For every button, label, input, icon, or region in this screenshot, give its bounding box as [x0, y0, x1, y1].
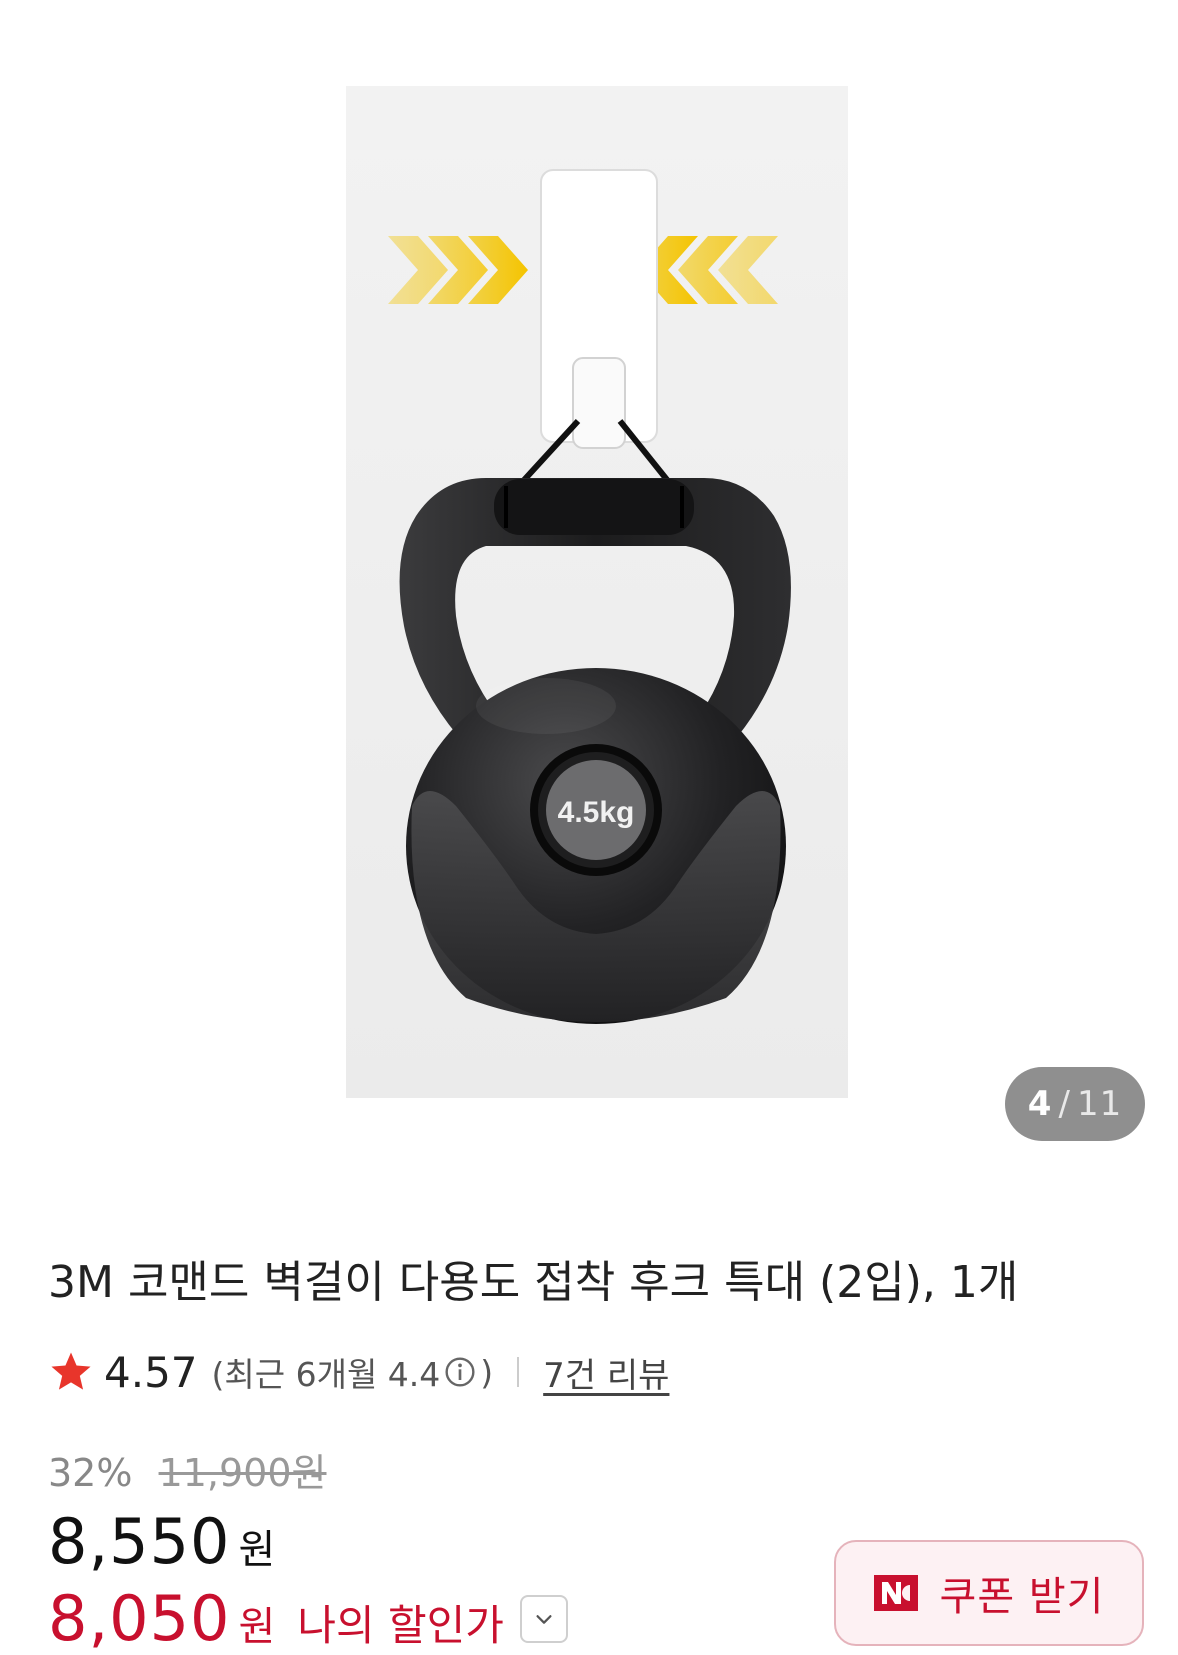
naver-n-coupon-icon — [873, 1575, 918, 1611]
coupon-download-button[interactable]: 쿠폰 받기 — [834, 1540, 1144, 1646]
product-image[interactable]: 4.5kg — [346, 86, 848, 1098]
recent-rating-text: (최근 6개월 4.4 — [211, 1355, 441, 1394]
current-page-number: 4 — [1027, 1084, 1053, 1124]
page-separator: / — [1058, 1084, 1071, 1124]
star-icon — [51, 1352, 91, 1390]
product-image-gallery[interactable]: 4.5kg 4 / 11 — [0, 0, 1178, 1141]
sale-price-unit: 원 — [238, 1527, 276, 1573]
total-page-number: 11 — [1076, 1084, 1123, 1124]
rating-row: 4.57 (최근 6개월 4.4 ) 7건 리뷰 — [48, 1345, 669, 1399]
info-icon[interactable] — [444, 1356, 476, 1388]
image-page-indicator: 4 / 11 — [1005, 1067, 1145, 1141]
rating-divider — [517, 1357, 520, 1387]
rating-value: 4.57 — [104, 1347, 198, 1397]
recent-rating-close: ) — [480, 1352, 494, 1392]
recent-rating: (최근 6개월 4.4 ) — [212, 1348, 494, 1396]
discount-row: 32% 11,900원 — [48, 1442, 327, 1497]
my-discount-label: 나의 할인가 — [297, 1601, 504, 1650]
my-discount-price-row: 8,050 원 나의 할인가 — [48, 1582, 568, 1655]
sale-price: 8,550 — [48, 1505, 231, 1578]
sale-price-row: 8,550 원 — [48, 1505, 275, 1578]
review-count-link[interactable]: 7건 리뷰 — [543, 1348, 669, 1397]
discount-details-toggle[interactable] — [519, 1594, 568, 1643]
product-title: 3M 코맨드 벽걸이 다용도 접착 후크 특대 (2입), 1개 — [48, 1257, 1019, 1308]
weight-label: 4.5kg — [558, 796, 635, 829]
coupon-button-label: 쿠폰 받기 — [939, 1574, 1105, 1620]
my-discount-price: 8,050 — [48, 1582, 231, 1655]
my-discount-price-unit: 원 — [238, 1604, 276, 1650]
discount-rate: 32% — [48, 1451, 133, 1495]
original-price: 11,900원 — [158, 1451, 327, 1495]
chevron-down-icon — [536, 1614, 552, 1624]
